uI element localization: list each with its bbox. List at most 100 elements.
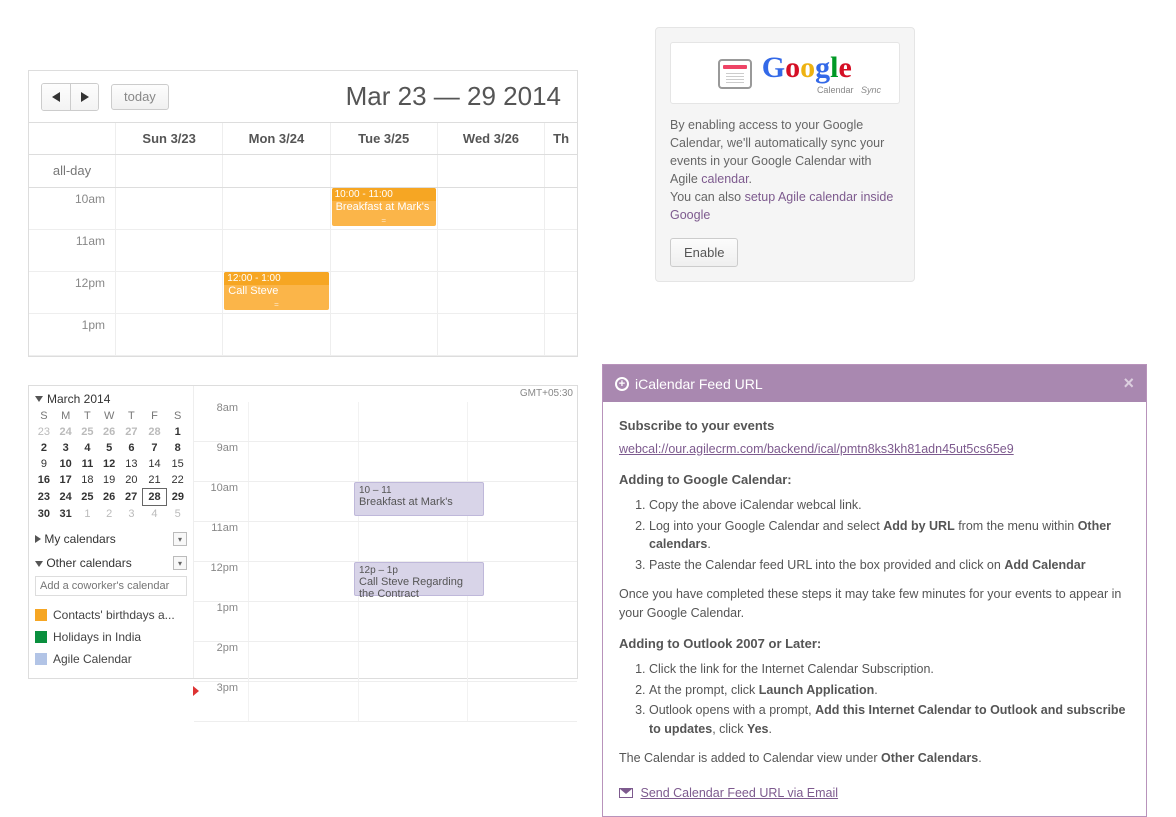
hour-cell[interactable] [115, 230, 222, 271]
hour-row[interactable]: 1pm [29, 314, 577, 356]
today-button[interactable]: today [111, 84, 169, 110]
mini-month-grid[interactable]: SMTWTFS232425262728123456789101112131415… [33, 408, 189, 522]
mini-day-cell[interactable]: 4 [77, 440, 99, 456]
mini-day-cell[interactable]: 10 [55, 456, 77, 472]
mini-day-cell[interactable]: 17 [55, 472, 77, 489]
mini-day-cell[interactable]: 7 [143, 440, 167, 456]
mini-day-cell[interactable]: 30 [33, 506, 55, 523]
calendar-name: Contacts' birthdays a... [53, 608, 175, 622]
mini-day-cell[interactable]: 13 [120, 456, 143, 472]
mini-day-cell[interactable]: 20 [120, 472, 143, 489]
mini-day-cell[interactable]: 15 [166, 456, 189, 472]
hour-label: 8am [194, 402, 244, 414]
hour-row[interactable]: 11am [29, 230, 577, 272]
hour-row[interactable]: 2pm [194, 642, 577, 682]
mini-day-cell[interactable]: 27 [120, 424, 143, 440]
hour-cell[interactable]: 12:00 - 1:00Call Steve= [222, 272, 329, 313]
mini-day-cell[interactable]: 5 [166, 506, 189, 523]
day-headers: Sun 3/23Mon 3/24Tue 3/25Wed 3/26Th [29, 122, 577, 155]
hour-cell[interactable] [222, 188, 329, 229]
hour-row[interactable]: 9am [194, 442, 577, 482]
mini-day-cell[interactable]: 11 [77, 456, 99, 472]
hour-row[interactable]: 11am [194, 522, 577, 562]
dropdown-icon[interactable]: ▾ [173, 532, 187, 546]
close-icon[interactable]: × [1123, 373, 1134, 394]
hour-cell[interactable] [437, 272, 544, 313]
mini-day-cell[interactable]: 2 [98, 506, 120, 523]
calendar-list-item[interactable]: Agile Calendar [35, 648, 187, 670]
mini-day-cell[interactable]: 25 [77, 489, 99, 506]
other-calendars-section[interactable]: Other calendars▾ [33, 556, 189, 570]
calendar-link[interactable]: calendar [701, 172, 748, 186]
gcal-heading: Adding to Google Calendar: [619, 470, 1130, 490]
hour-cell[interactable] [115, 314, 222, 355]
mini-day-cell[interactable]: 9 [33, 456, 55, 472]
mini-day-cell[interactable]: 4 [143, 506, 167, 523]
calendar-event[interactable]: 10 – 11Breakfast at Mark's [354, 482, 484, 516]
mini-day-cell[interactable]: 23 [33, 424, 55, 440]
mini-day-cell[interactable]: 5 [98, 440, 120, 456]
mini-day-cell[interactable]: 2 [33, 440, 55, 456]
mini-day-cell[interactable]: 3 [120, 506, 143, 523]
mini-day-cell[interactable]: 27 [120, 489, 143, 506]
hour-cell[interactable] [222, 230, 329, 271]
chevron-down-icon [35, 561, 43, 567]
mini-day-cell[interactable]: 3 [55, 440, 77, 456]
hour-row[interactable]: 10am10:00 - 11:00Breakfast at Mark's= [29, 188, 577, 230]
mini-day-cell[interactable]: 29 [166, 489, 189, 506]
mini-day-cell[interactable]: 18 [77, 472, 99, 489]
dropdown-icon[interactable]: ▾ [173, 556, 187, 570]
mini-day-cell[interactable]: 22 [166, 472, 189, 489]
hour-cell[interactable] [222, 314, 329, 355]
hour-cell[interactable] [330, 272, 437, 313]
hour-cell[interactable] [437, 188, 544, 229]
mini-day-cell[interactable]: 23 [33, 489, 55, 506]
hour-cell[interactable] [437, 314, 544, 355]
calendar-event[interactable]: 12:00 - 1:00Call Steve= [224, 272, 328, 310]
hour-cell[interactable] [544, 188, 577, 229]
calendar-event[interactable]: 12p – 1pCall Steve Regarding the Contrac… [354, 562, 484, 596]
weekly-calendar: today Mar 23 — 29 2014 Sun 3/23Mon 3/24T… [28, 70, 578, 357]
hour-row[interactable]: 8am [194, 402, 577, 442]
mini-day-cell[interactable]: 31 [55, 506, 77, 523]
prev-week-button[interactable] [42, 84, 70, 110]
mini-day-cell[interactable]: 12 [98, 456, 120, 472]
hour-cell[interactable] [544, 272, 577, 313]
hour-cell[interactable] [115, 188, 222, 229]
hour-cell[interactable]: 10:00 - 11:00Breakfast at Mark's= [330, 188, 437, 229]
hour-row[interactable]: 3pm [194, 682, 577, 722]
hour-cell[interactable] [544, 314, 577, 355]
my-calendars-section[interactable]: My calendars▾ [33, 532, 189, 546]
calendar-list-item[interactable]: Holidays in India [35, 626, 187, 648]
send-feed-email-link[interactable]: Send Calendar Feed URL via Email [640, 784, 838, 803]
webcal-url-link[interactable]: webcal://our.agilecrm.com/backend/ical/p… [619, 440, 1014, 459]
mini-month-header[interactable]: March 2014 [33, 392, 189, 408]
hour-cell[interactable] [115, 272, 222, 313]
next-week-button[interactable] [70, 84, 98, 110]
mini-day-cell[interactable]: 28 [143, 424, 167, 440]
mini-day-cell[interactable]: 21 [143, 472, 167, 489]
mini-day-cell[interactable]: 8 [166, 440, 189, 456]
calendar-event[interactable]: 10:00 - 11:00Breakfast at Mark's= [332, 188, 436, 226]
hour-row[interactable]: 12pm12:00 - 1:00Call Steve= [29, 272, 577, 314]
mini-day-cell[interactable]: 25 [77, 424, 99, 440]
enable-button[interactable]: Enable [670, 238, 738, 267]
mini-day-cell[interactable]: 1 [166, 424, 189, 440]
hour-cell[interactable] [437, 230, 544, 271]
mini-day-cell[interactable]: 26 [98, 489, 120, 506]
mini-day-cell[interactable]: 24 [55, 489, 77, 506]
mini-day-cell[interactable]: 1 [77, 506, 99, 523]
mini-day-cell[interactable]: 28 [143, 489, 167, 506]
add-coworker-input[interactable] [35, 576, 187, 596]
hour-row[interactable]: 1pm [194, 602, 577, 642]
hour-cell[interactable] [330, 314, 437, 355]
calendar-list-item[interactable]: Contacts' birthdays a... [35, 604, 187, 626]
mini-day-cell[interactable]: 16 [33, 472, 55, 489]
mini-day-cell[interactable]: 24 [55, 424, 77, 440]
mini-day-cell[interactable]: 14 [143, 456, 167, 472]
hour-cell[interactable] [330, 230, 437, 271]
mini-day-cell[interactable]: 26 [98, 424, 120, 440]
mini-day-cell[interactable]: 6 [120, 440, 143, 456]
mini-day-cell[interactable]: 19 [98, 472, 120, 489]
hour-cell[interactable] [544, 230, 577, 271]
